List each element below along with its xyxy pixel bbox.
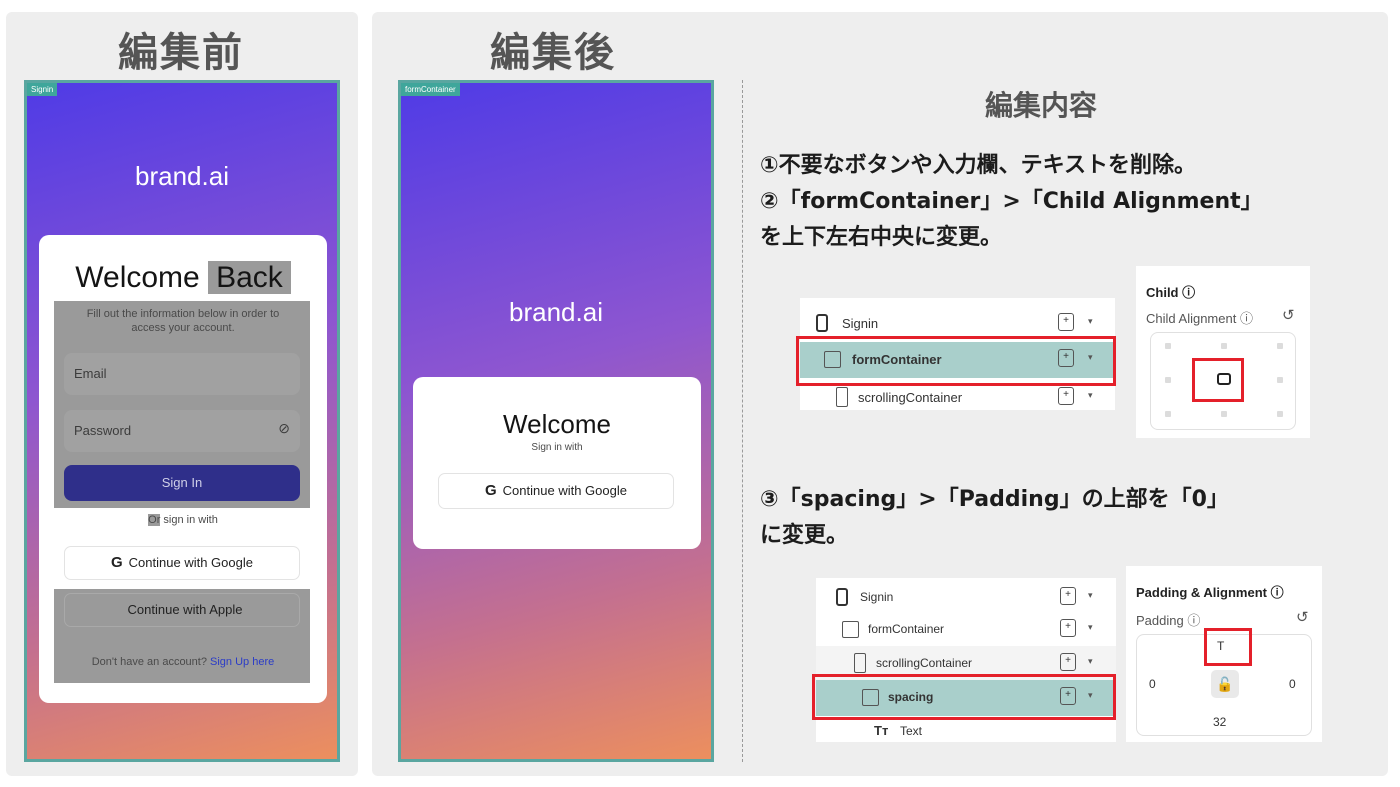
align-top-center[interactable] [1221, 343, 1227, 349]
sign-in-button[interactable]: Sign In [64, 465, 300, 501]
google-button-label: Continue with Google [128, 555, 253, 570]
panel-divider [742, 80, 743, 762]
screen-tag: Signin [27, 83, 58, 96]
phone-icon [836, 588, 848, 606]
password-field[interactable]: Password ⊘ [64, 410, 300, 452]
welcome-heading: Welcome Back [39, 261, 327, 295]
add-child-icon[interactable]: + [1058, 387, 1074, 405]
child-alignment-panel: Child ⓘ Child Alignment ⓘ ↺ [1136, 266, 1310, 438]
align-top-left[interactable] [1165, 343, 1171, 349]
padding-left-input[interactable]: 0 [1149, 677, 1156, 691]
no-account-text: Don't have an account? [91, 656, 211, 668]
google-icon: G [111, 554, 123, 571]
google-button-label: Continue with Google [502, 483, 627, 498]
step-3-line-2: に変更。 [760, 523, 849, 548]
chevron-down-icon[interactable]: ▾ [1088, 590, 1093, 601]
password-placeholder: Password [74, 423, 132, 438]
child-alignment-label: Child Alignment ⓘ [1146, 311, 1253, 326]
step-2-line-2: を上下左右中央に変更。 [760, 225, 1003, 250]
google-icon: G [485, 482, 497, 499]
tree-row-signin[interactable]: Signin + ▾ [816, 580, 1116, 616]
add-child-icon[interactable]: + [1060, 587, 1076, 605]
phone-icon [816, 314, 828, 332]
tree-row-label: scrollingContainer [858, 390, 963, 405]
sign-in-with-text: sign in with [160, 514, 218, 526]
padding-right-input[interactable]: 0 [1289, 677, 1296, 691]
signin-card: Welcome Back Fill out the information be… [39, 235, 327, 703]
reset-icon[interactable]: ↺ [1296, 608, 1309, 626]
tree-row-label: formContainer [868, 622, 945, 636]
step-3-line-1: ③「spacing」>「Padding」の上部を「0」 [760, 487, 1229, 512]
tree-row-label: scrollingContainer [876, 656, 973, 670]
tree-row-label: Text [900, 724, 923, 738]
before-heading: 編集前 [118, 30, 244, 76]
google-button[interactable]: G Continue with Google [64, 546, 300, 580]
align-middle-right[interactable] [1277, 377, 1283, 383]
brand-logo: brand.ai [135, 161, 229, 191]
form-container-card: Welcome Sign in with G Continue with Goog… [413, 377, 701, 549]
back-word-highlight: Back [208, 261, 291, 294]
or-sign-in-with: Or sign in with [39, 513, 327, 527]
text-icon: Tт [874, 723, 889, 738]
align-top-right[interactable] [1277, 343, 1283, 349]
column-icon [836, 387, 848, 407]
highlight-padding-top [1204, 628, 1252, 666]
padding-bottom-input[interactable]: 32 [1213, 715, 1226, 729]
padding-label: Padding ⓘ [1136, 613, 1201, 628]
add-child-icon[interactable]: + [1060, 653, 1076, 671]
edit-content-heading: 編集内容 [985, 89, 1098, 122]
apple-button-label: Continue with Apple [127, 602, 243, 617]
email-field[interactable]: Email [64, 353, 300, 395]
reset-icon[interactable]: ↺ [1282, 306, 1295, 324]
signin-subtitle: Fill out the information below in order … [86, 308, 280, 334]
child-section-title: Child ⓘ [1146, 285, 1196, 300]
step-2-line-1: ②「formContainer」>「Child Alignment」 [760, 189, 1263, 214]
container-icon [842, 621, 859, 638]
chevron-down-icon[interactable]: ▾ [1088, 622, 1093, 633]
before-phone-screen: Signin brand.ai Welcome Back Fill out th… [24, 80, 340, 762]
after-heading: 編集後 [490, 30, 616, 76]
google-button[interactable]: G Continue with Google [438, 473, 674, 509]
highlight-center-alignment [1192, 358, 1244, 402]
tree-row-label: Signin [842, 316, 879, 331]
highlight-formcontainer [796, 336, 1116, 386]
lock-icon[interactable]: 🔓 [1211, 670, 1239, 698]
add-child-icon[interactable]: + [1058, 313, 1074, 331]
add-child-icon[interactable]: + [1060, 619, 1076, 637]
after-phone-screen: formContainer brand.ai Welcome Sign in w… [398, 80, 714, 762]
welcome-heading: Welcome [503, 409, 611, 439]
align-bottom-center[interactable] [1221, 411, 1227, 417]
column-icon [854, 653, 866, 673]
tree-row-formcontainer[interactable]: formContainer + ▾ [816, 612, 1116, 648]
step-1: ①不要なボタンや入力欄、テキストを削除。 [760, 153, 1196, 178]
sign-in-with-text: Sign in with [531, 442, 583, 453]
or-word-highlight: Or [148, 514, 161, 526]
highlight-spacing [812, 674, 1116, 720]
chevron-down-icon[interactable]: ▾ [1088, 656, 1093, 667]
apple-button[interactable]: Continue with Apple [64, 593, 300, 627]
screen-tag: formContainer [401, 83, 460, 96]
align-bottom-right[interactable] [1277, 411, 1283, 417]
align-middle-left[interactable] [1165, 377, 1171, 383]
eye-off-icon[interactable]: ⊘ [278, 420, 290, 437]
brand-logo: brand.ai [509, 297, 603, 327]
chevron-down-icon[interactable]: ▾ [1088, 390, 1093, 401]
tree-row-label: Signin [860, 590, 894, 604]
padding-section-title: Padding & Alignment ⓘ [1136, 585, 1284, 600]
welcome-word: Welcome [75, 261, 209, 294]
align-bottom-left[interactable] [1165, 411, 1171, 417]
signup-prompt: Don't have an account? Sign Up here [39, 655, 327, 669]
sign-up-link[interactable]: Sign Up here [210, 656, 274, 668]
chevron-down-icon[interactable]: ▾ [1088, 316, 1093, 327]
